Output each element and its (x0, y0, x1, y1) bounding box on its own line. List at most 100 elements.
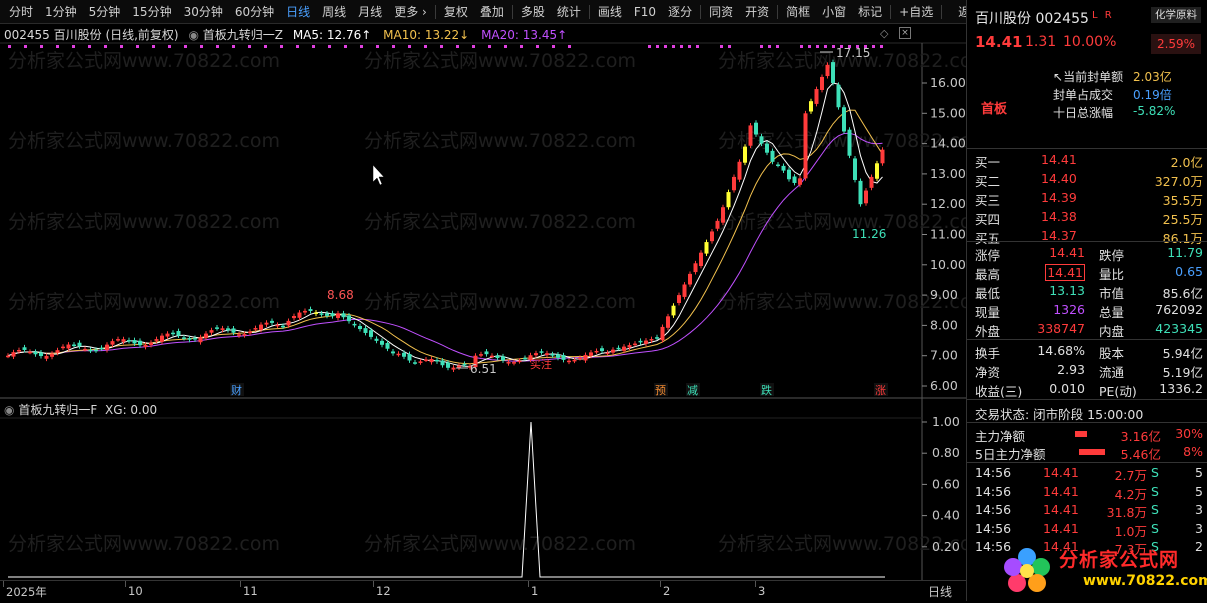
stat-label: 外盘 (975, 324, 1001, 339)
candle-body (132, 340, 137, 344)
candle-body (325, 313, 329, 316)
order-book-row[interactable]: 买一 14.41 2.0亿 (975, 152, 1203, 170)
candle-body (776, 164, 780, 167)
candle-body (149, 342, 153, 345)
board-label: 首板 (981, 102, 1008, 117)
kline-chart[interactable]: 分析家公式网www.70822.com 分析家公式网www.70822.com 分析… (0, 0, 966, 580)
stat-label: 总量 (1099, 305, 1125, 320)
tick-volume: 31.8万 (1106, 505, 1147, 520)
candle-body (853, 158, 857, 180)
watermark-text: 分析家公式网www.70822.com (718, 291, 966, 313)
signal-dot (328, 45, 331, 48)
candle-body (864, 190, 868, 204)
candle-body (495, 355, 500, 359)
candle-body (275, 324, 280, 327)
candle-body (567, 360, 571, 363)
signal-dot (536, 45, 539, 48)
candle-body (418, 361, 423, 363)
mouse-cursor-icon (372, 164, 385, 186)
order-book-row[interactable]: 买四 14.38 25.5万 (975, 209, 1203, 227)
price-axis-label: 13.00 (930, 166, 966, 181)
candle-body (825, 64, 830, 77)
event-marker: 涨 (875, 384, 886, 397)
tick-list[interactable]: 14:56 14.41 2.7万 S 5 14:56 14.41 4.2万 S 5… (967, 462, 1207, 557)
event-marker: 减 (687, 384, 698, 397)
logo-url: www.70822.com (1083, 573, 1207, 589)
order-book-row[interactable]: 买五 14.37 86.1万 (975, 228, 1203, 246)
candle-body (858, 180, 863, 205)
candle-body (435, 359, 439, 362)
signal-dot (520, 45, 523, 48)
price-axis-label: 16.00 (930, 75, 966, 90)
subchart-header: ◉ 首板九转归一F XG: 0.00 (4, 401, 157, 418)
candle-body (446, 362, 450, 368)
candle-body (121, 339, 126, 342)
candle-body (501, 356, 505, 361)
candle-body (242, 334, 247, 336)
candle-body (77, 342, 82, 347)
ob-volume: 2.0亿 (1170, 155, 1203, 170)
candle-body (88, 349, 93, 352)
candle-body (429, 359, 434, 363)
candle-body (160, 335, 164, 342)
candle-body (644, 340, 648, 344)
signal-dot (168, 45, 171, 48)
candle-body (754, 122, 758, 135)
candle-body (176, 330, 181, 336)
capital-value: 3.16亿 (1120, 429, 1161, 444)
stat-label: 流通 (1099, 365, 1125, 380)
stat-value: 762092 (1155, 302, 1203, 317)
stat-value: 2.93 (1057, 362, 1085, 377)
signal-dot (440, 45, 443, 48)
candle-body (616, 347, 621, 350)
candle-body (693, 263, 698, 273)
event-marker: 财 (231, 383, 242, 397)
date-axis: 2025年 10 11 12 1 2 3 (0, 580, 966, 601)
sub-indicator-name[interactable]: 首板九转归一F (18, 403, 97, 417)
candle-body (264, 322, 269, 325)
signal-dot (832, 45, 835, 48)
candle-body (127, 340, 131, 342)
capital-bar (1079, 449, 1105, 455)
candle-body (182, 337, 186, 339)
signal-dot (136, 45, 139, 48)
stat-label: 涨停 (975, 248, 1001, 263)
signal-dot (568, 45, 571, 48)
annotation-buy: 买注 (530, 357, 552, 371)
date-tick (125, 581, 126, 587)
price-axis-label: 7.00 (930, 348, 958, 363)
candle-body (341, 313, 346, 318)
tick-row: 14:56 14.41 4.2万 S 5 (975, 484, 1203, 502)
candle-body (781, 165, 786, 171)
signal-dot (800, 45, 803, 48)
order-book-row[interactable]: 买二 14.40 327.0万 (975, 171, 1203, 189)
signal-dot (424, 45, 427, 48)
candle-body (506, 362, 511, 364)
candle-body (358, 326, 362, 330)
candle-body (72, 344, 76, 347)
candle-body (391, 351, 395, 354)
stats2-row: 净资 2.93 流通 5.19亿 (975, 362, 1203, 380)
price-axis-label: 15.00 (930, 105, 966, 120)
capital-value: 5.46亿 (1120, 447, 1161, 462)
period-label[interactable]: 日线 (928, 583, 952, 600)
sector-tag[interactable]: 化学原料 (1151, 7, 1201, 23)
signal-dot (104, 45, 107, 48)
candle-body (671, 305, 676, 316)
ob-price: 14.40 (1041, 171, 1077, 186)
candle-body (402, 352, 406, 357)
signal-dot (312, 45, 315, 48)
candle-body (44, 355, 49, 359)
signal-dot (720, 45, 723, 48)
candle-body (319, 313, 324, 315)
watermark-text: 分析家公式网www.70822.com (364, 533, 636, 555)
stat-label: 净资 (975, 365, 1001, 380)
stats-table: 涨停 14.41 跌停 11.79 最高 14.41 量比 0.65 最低 13.1… (967, 241, 1207, 339)
candle-body (253, 328, 258, 330)
order-book-row[interactable]: 买三 14.39 35.5万 (975, 190, 1203, 208)
signal-dot (8, 45, 11, 48)
tick-count: 5 (1195, 483, 1203, 499)
watermark-text: 分析家公式网www.70822.com (8, 533, 280, 555)
candle-body (457, 365, 461, 368)
candle-body (204, 333, 208, 339)
